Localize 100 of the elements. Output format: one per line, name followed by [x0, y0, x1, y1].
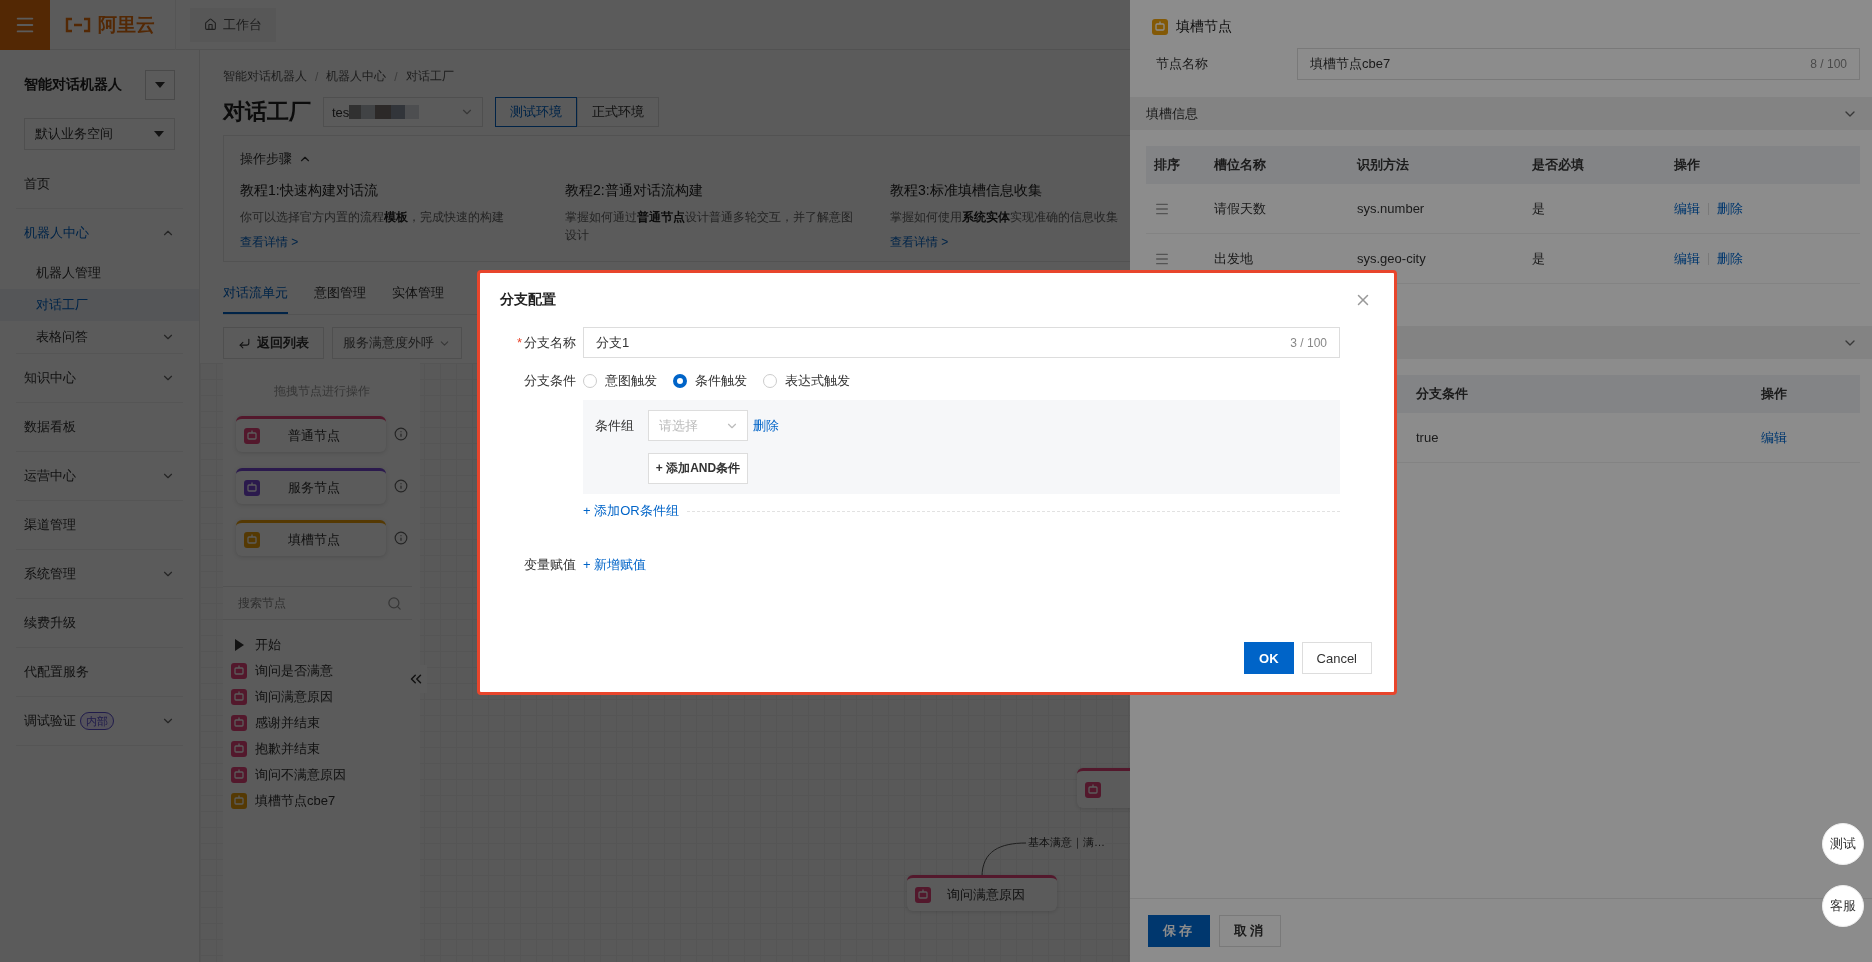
column-header: 操作 — [1761, 385, 1788, 403]
table-cell-text: true — [1416, 430, 1440, 445]
tree-node[interactable]: 抱歉并结束 — [255, 740, 320, 758]
breadcrumb-separator: / — [394, 69, 398, 84]
palette-node[interactable]: 填槽节点 — [236, 520, 386, 556]
node-icon — [244, 531, 260, 548]
column-header: 分支条件 — [1416, 385, 1469, 403]
action-link[interactable]: 删除 — [1717, 199, 1743, 218]
add-or-link[interactable]: + 添加OR条件组 — [583, 502, 679, 520]
action-link[interactable]: 编辑 — [1674, 249, 1700, 268]
tree-node[interactable]: 询问不满意原因 — [255, 766, 346, 784]
environment-tab[interactable]: 正式环境 — [577, 97, 659, 127]
info-icon[interactable] — [394, 479, 408, 493]
tab[interactable]: 意图管理 — [314, 284, 366, 314]
tutorial-title: 教程3:标准填槽信息收集 — [890, 182, 1043, 200]
nav-item[interactable]: 知识中心 — [24, 369, 76, 387]
nav-item[interactable]: 首页 — [16, 160, 183, 208]
node-icon — [231, 663, 247, 679]
breadcrumb-item[interactable]: 对话工厂 — [405, 68, 454, 85]
node-name-input[interactable]: 填槽节点cbe7 8 / 100 — [1297, 48, 1860, 80]
dialog-title: 分支配置 — [500, 291, 556, 309]
info-icon[interactable] — [394, 427, 408, 441]
column-header: 是否必填 — [1532, 156, 1585, 174]
field-label: 变量赋值 — [523, 556, 577, 574]
nav-subitem[interactable]: 机器人管理 — [0, 257, 199, 289]
action-link[interactable]: 删除 — [1717, 249, 1743, 268]
palette-node[interactable]: 普通节点 — [236, 416, 386, 452]
product-dropdown-button[interactable] — [145, 70, 175, 100]
branch-name-input[interactable]: 分支1 3 / 100 — [583, 327, 1340, 358]
radio-option[interactable]: 表达式触发 — [763, 372, 850, 390]
tree-node[interactable]: 询问是否满意 — [255, 662, 333, 680]
add-assignment-link[interactable]: + 新增赋值 — [583, 556, 647, 574]
node-icon — [1085, 781, 1101, 798]
cancel-button[interactable]: 取消 — [1219, 914, 1281, 947]
nav-item[interactable]: 机器人中心 — [24, 224, 89, 242]
drawer-title: 填槽节点 — [1176, 18, 1232, 36]
field-label: *分支名称 — [515, 333, 577, 352]
nav-item[interactable]: 代配置服务 — [16, 648, 183, 696]
tutorial-title: 教程1:快速构建对话流 — [240, 182, 379, 200]
workspace-select[interactable]: 默认业务空间 — [24, 118, 175, 150]
node-icon — [1152, 19, 1168, 35]
back-button[interactable]: 返回列表 — [223, 327, 324, 359]
add-and-button[interactable]: + 添加AND条件 — [648, 453, 748, 484]
action-link[interactable]: 编辑 — [1674, 199, 1700, 218]
edge-label: 基本满意｜满… — [1028, 835, 1105, 850]
steps-title: 操作步骤 — [240, 150, 292, 168]
product-title: 智能对话机器人 — [24, 76, 122, 94]
node-icon — [244, 427, 260, 444]
nav-item[interactable]: 续费升级 — [16, 599, 183, 647]
table-cell-text: 是 — [1532, 199, 1546, 218]
save-button[interactable]: 保存 — [1148, 914, 1210, 947]
nav-subitem[interactable]: 对话工厂 — [0, 289, 199, 321]
home-icon — [204, 18, 217, 31]
nav-item[interactable]: 运营中心 — [24, 467, 76, 485]
environment-tab[interactable]: 测试环境 — [495, 97, 577, 127]
table-cell-text: 出发地 — [1214, 249, 1254, 268]
breadcrumb-separator: / — [315, 69, 319, 84]
condition-select[interactable]: 请选择 — [648, 410, 748, 441]
section-header[interactable]: 填槽信息 — [1130, 97, 1872, 130]
nav-item[interactable]: 渠道管理 — [16, 501, 183, 549]
tree-node[interactable]: 填槽节点cbe7 — [255, 792, 336, 810]
table-cell-text: sys.geo-city — [1357, 251, 1427, 266]
details-link[interactable]: 查看详情 > — [240, 234, 535, 251]
nav-item[interactable]: 调试验证 — [24, 712, 76, 730]
menu-button[interactable] — [0, 0, 50, 50]
nav-item[interactable]: 数据看板 — [16, 403, 183, 451]
info-icon[interactable] — [394, 531, 408, 545]
tab[interactable]: 实体管理 — [392, 284, 444, 314]
action-link[interactable]: 编辑 — [1761, 428, 1787, 447]
logo-icon — [64, 16, 92, 33]
node-icon — [231, 689, 247, 705]
ok-button[interactable]: OK — [1244, 642, 1294, 674]
nav-subitem[interactable]: 表格问答 — [36, 328, 88, 346]
redaction-mark — [349, 105, 420, 119]
search-icon — [387, 595, 402, 611]
logo-text: 阿里云 — [98, 12, 155, 37]
radio-option[interactable]: 条件触发 — [673, 372, 747, 390]
tab[interactable]: 对话流单元 — [223, 284, 288, 314]
table-cell-text: 是 — [1532, 249, 1546, 268]
node-icon — [244, 479, 260, 496]
tree-node[interactable]: 询问满意原因 — [255, 688, 333, 706]
column-header: 识别方法 — [1357, 156, 1410, 174]
delete-link[interactable]: 删除 — [753, 416, 779, 435]
palette-node[interactable]: 服务节点 — [236, 468, 386, 504]
nav-item[interactable]: 系统管理 — [24, 565, 76, 583]
tree-node[interactable]: 感谢并结束 — [255, 714, 320, 732]
flow-node[interactable]: 询问满意原因 — [907, 875, 1057, 911]
column-header: 槽位名称 — [1214, 156, 1267, 174]
table-cell-text: 请假天数 — [1214, 199, 1267, 218]
column-header: 排序 — [1154, 156, 1181, 174]
field-label: 分支条件 — [523, 372, 577, 390]
details-link[interactable]: 查看详情 > — [890, 234, 1130, 251]
robot-select[interactable]: tes — [323, 97, 483, 127]
tree-node[interactable]: 开始 — [255, 636, 281, 654]
node-icon — [231, 715, 247, 731]
node-icon — [915, 886, 931, 903]
field-label: 节点名称 — [1156, 55, 1209, 73]
radio-option[interactable]: 意图触发 — [583, 372, 657, 390]
cancel-button[interactable]: Cancel — [1301, 642, 1372, 674]
table-cell-text: sys.number — [1357, 201, 1426, 216]
